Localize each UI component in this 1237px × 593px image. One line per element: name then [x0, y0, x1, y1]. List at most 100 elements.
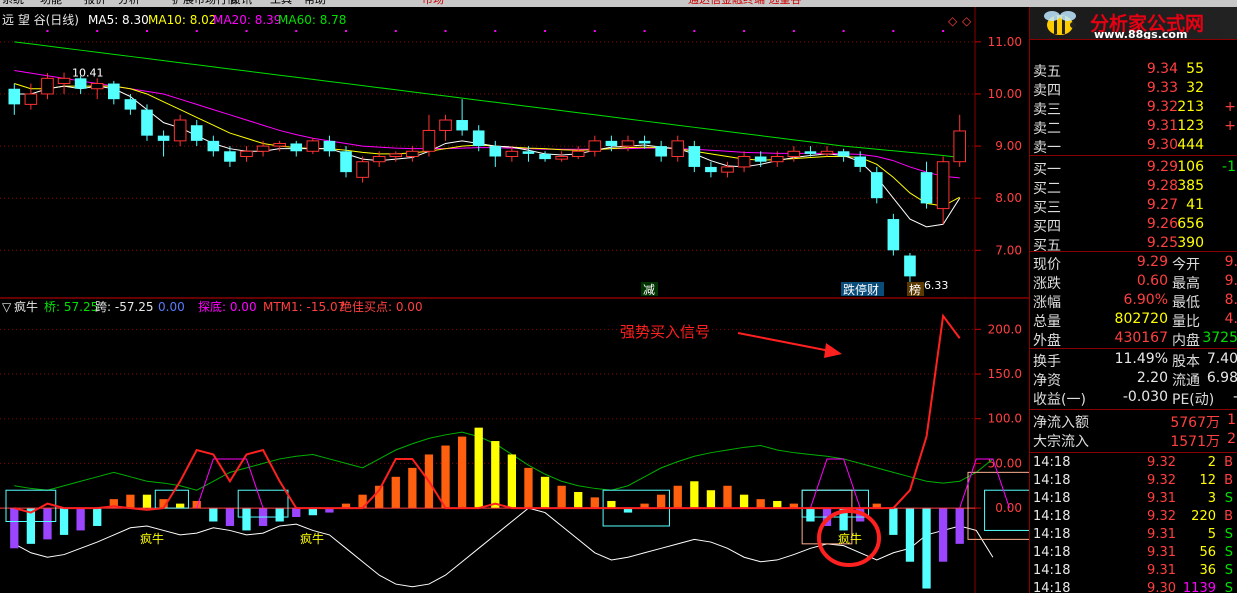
orderbook-label: 买一	[1033, 162, 1061, 178]
candle-body[interactable]	[953, 130, 967, 163]
quote-row: 外盘 430167 内盘 3725	[1030, 329, 1237, 349]
candle-body[interactable]	[472, 130, 485, 147]
candle-body[interactable]	[688, 146, 701, 167]
candle-body[interactable]	[489, 146, 502, 157]
candle-body[interactable]	[439, 119, 452, 131]
orderbook-price: 9.34	[1146, 61, 1178, 77]
candle-body[interactable]	[41, 77, 54, 95]
candle-body[interactable]	[605, 140, 618, 147]
candle-body[interactable]	[571, 150, 585, 158]
candle-body[interactable]	[588, 140, 602, 152]
menu-item[interactable]: 分析	[118, 0, 140, 5]
quote-label: 涨跌	[1033, 276, 1061, 292]
candle-body[interactable]	[621, 140, 635, 147]
candle-body[interactable]	[90, 83, 104, 90]
candle-body[interactable]	[737, 156, 751, 168]
candle-body[interactable]	[920, 172, 933, 204]
menu-item[interactable]: 资讯	[230, 0, 252, 5]
orderbook-extra: +	[1224, 118, 1236, 134]
candle-body[interactable]	[290, 143, 303, 152]
candle-body[interactable]	[190, 125, 203, 141]
candle-body[interactable]	[422, 129, 436, 152]
candle-body[interactable]	[173, 119, 187, 142]
indicator-bar	[507, 454, 517, 509]
candle-body[interactable]	[57, 77, 71, 85]
candle-body[interactable]	[787, 150, 801, 158]
candle-body[interactable]	[74, 78, 87, 89]
candle-body[interactable]	[522, 151, 535, 154]
candle-body[interactable]	[372, 156, 386, 163]
menu-item[interactable]: 报价	[84, 0, 106, 5]
signal-dot	[643, 30, 646, 32]
stock-title: 远 望 谷(日线)	[2, 13, 79, 27]
ma5-line	[14, 85, 961, 228]
orderbook-label: 买五	[1033, 238, 1061, 254]
candle-body[interactable]	[224, 151, 236, 162]
tick-side: S	[1224, 527, 1233, 542]
candle-body[interactable]	[705, 166, 717, 173]
menu-item[interactable]: 功能	[40, 0, 62, 5]
indicator-bar	[889, 508, 898, 535]
candle-body[interactable]	[108, 83, 120, 100]
tick-time: 14:18	[1033, 545, 1071, 560]
candle-body[interactable]	[936, 161, 950, 210]
candle-body[interactable]	[273, 142, 286, 147]
indicator-bar	[690, 481, 699, 509]
candle-body[interactable]	[887, 219, 900, 251]
indicator-bar	[275, 508, 284, 522]
candle-body[interactable]	[356, 161, 369, 178]
magenta-signal	[809, 458, 861, 509]
candle-body[interactable]	[124, 99, 137, 110]
candle-body[interactable]	[340, 151, 352, 173]
candle-body[interactable]	[505, 150, 519, 158]
candle-body[interactable]	[837, 151, 850, 157]
fin-value: -0.030	[1122, 389, 1168, 405]
menu-item[interactable]: 扩展市场行情	[172, 0, 238, 5]
orderbook-price: 9.27	[1146, 197, 1178, 213]
candle-body[interactable]	[456, 120, 468, 131]
candle-body[interactable]	[870, 172, 883, 199]
menu-item[interactable]: 帮助	[304, 0, 326, 5]
signal-dot	[842, 30, 845, 32]
candle-body[interactable]	[240, 150, 253, 158]
menu-item[interactable]: 系统	[2, 0, 24, 5]
candle-body[interactable]	[24, 93, 38, 105]
candle-body[interactable]	[306, 140, 320, 152]
orderbook-volume: 123	[1177, 118, 1204, 134]
kline-chart[interactable]: 11.0010.009.008.007.00200.0150.0100.050.…	[0, 7, 1029, 593]
candle-body[interactable]	[904, 255, 916, 277]
candle-body[interactable]	[804, 151, 817, 154]
flow-value: 1571万	[1170, 434, 1220, 450]
candle-body[interactable]	[770, 156, 784, 163]
signal-dot	[693, 30, 696, 32]
candle-body[interactable]	[8, 88, 21, 105]
quote-value: 9.29	[1136, 254, 1168, 270]
quote-row: 涨跌 0.60 最高 9.	[1030, 272, 1237, 292]
quote-row: 总量 802720 量比 4.	[1030, 310, 1237, 330]
candle-body[interactable]	[157, 135, 170, 141]
candle-body[interactable]	[406, 150, 419, 158]
candle-body[interactable]	[854, 156, 866, 167]
candle-body[interactable]	[671, 140, 685, 158]
candle-body[interactable]	[207, 140, 220, 152]
market-tab[interactable]: 市场	[422, 0, 444, 5]
candle-body[interactable]	[555, 156, 568, 160]
candle-body[interactable]	[638, 140, 651, 144]
candle-body[interactable]	[754, 156, 767, 162]
candle-body[interactable]	[141, 109, 153, 136]
candle-body[interactable]	[820, 150, 834, 155]
candle-body[interactable]	[323, 140, 336, 152]
candle-body[interactable]	[539, 153, 551, 160]
orderbook-row: 买四 9.26 656	[1030, 215, 1237, 235]
tick-side: S	[1224, 581, 1233, 593]
candle-body[interactable]	[655, 146, 667, 157]
menu-item[interactable]: 工具	[270, 0, 292, 5]
kua-value: 跨: -57.25	[95, 300, 154, 314]
tick-row: 14:18 9.32 220 B	[1030, 508, 1237, 526]
indicator-axis-label: 200.0	[988, 322, 1022, 336]
indicator-bar	[773, 500, 782, 509]
candle-body[interactable]	[389, 153, 403, 157]
indicator-bar	[391, 476, 400, 509]
candle-body[interactable]	[721, 166, 734, 173]
candle-body[interactable]	[256, 145, 270, 152]
